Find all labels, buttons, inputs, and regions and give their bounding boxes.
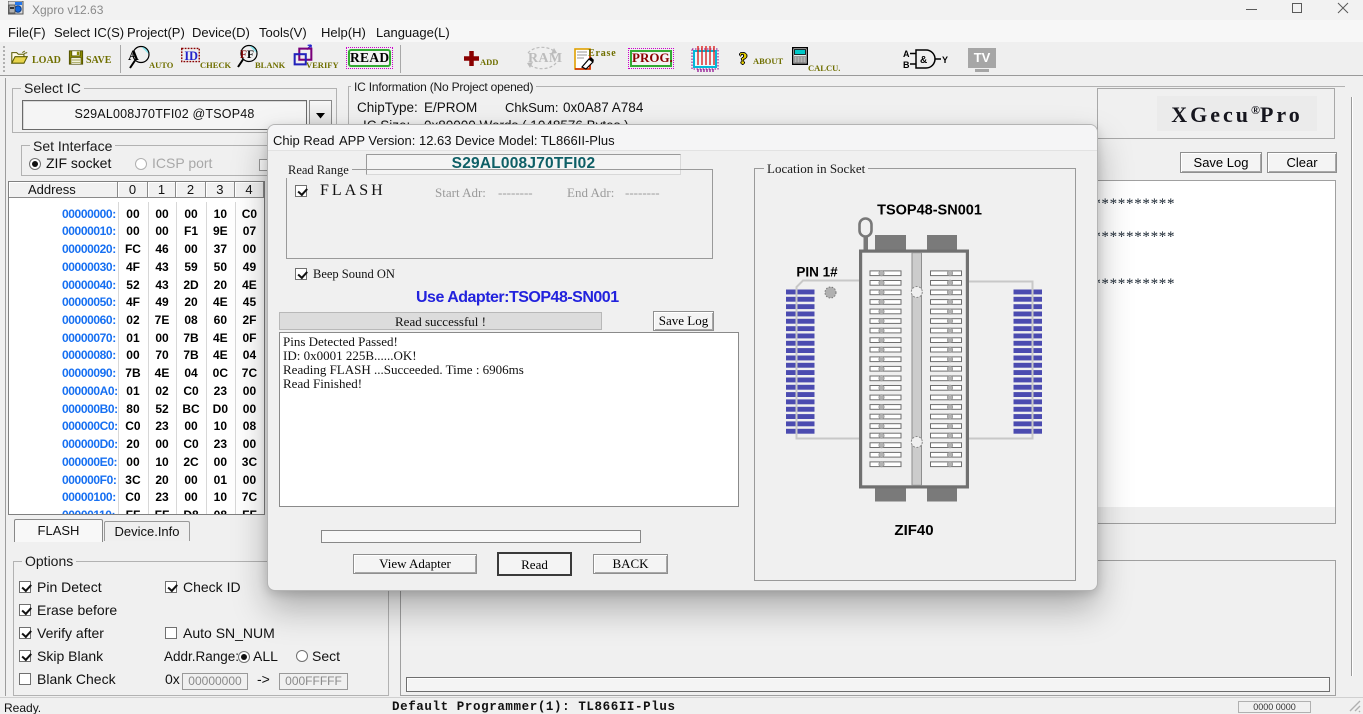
svg-text:ZIF40: ZIF40 [894,522,933,539]
svg-text:TSOP48-SN001: TSOP48-SN001 [877,203,982,219]
svg-text:PIN 1#: PIN 1# [796,265,838,280]
